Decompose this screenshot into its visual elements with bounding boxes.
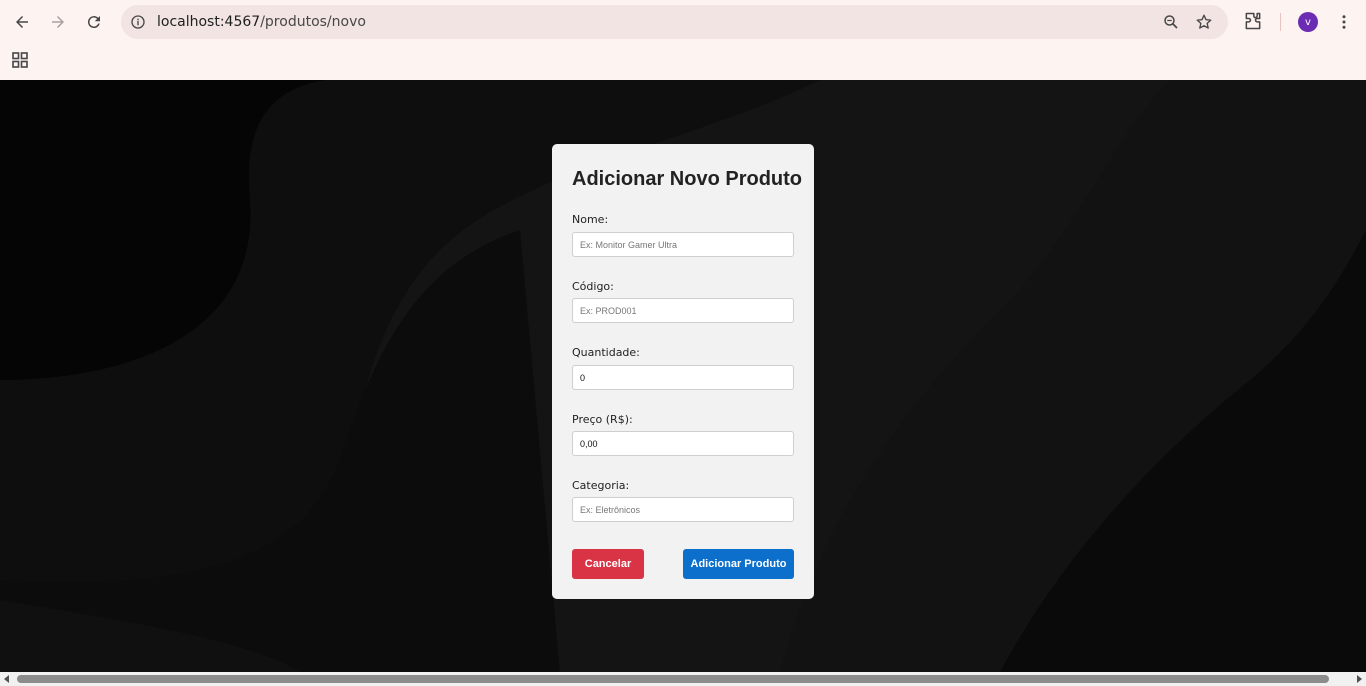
preco-input[interactable]	[572, 431, 794, 456]
profile-initial: v	[1305, 16, 1311, 28]
site-info-icon[interactable]	[129, 13, 147, 31]
profile-avatar[interactable]: v	[1298, 12, 1318, 32]
back-button[interactable]	[7, 7, 37, 37]
cancel-button[interactable]: Cancelar	[572, 549, 644, 579]
preco-label: Preço (R$):	[572, 413, 633, 426]
nome-input[interactable]	[572, 232, 794, 257]
url-host: localhost:4567	[157, 14, 261, 30]
scrollbar-thumb[interactable]	[17, 675, 1329, 683]
extensions-icon[interactable]	[1243, 11, 1265, 33]
zoom-icon[interactable]	[1161, 12, 1181, 32]
horizontal-scrollbar[interactable]	[0, 672, 1366, 686]
categoria-input[interactable]	[572, 497, 794, 522]
arrow-left-icon	[16, 16, 28, 28]
form-title: Adicionar Novo Produto	[572, 168, 802, 190]
browser-toolbar: localhost:4567/produtos/novo v	[0, 0, 1366, 44]
toolbar-separator	[1280, 13, 1281, 31]
quantidade-label: Quantidade:	[572, 346, 640, 359]
forward-button[interactable]	[43, 7, 73, 37]
codigo-label: Código:	[572, 280, 614, 293]
add-product-button[interactable]: Adicionar Produto	[683, 549, 794, 579]
codigo-input[interactable]	[572, 298, 794, 323]
scroll-left-arrow-icon[interactable]	[4, 675, 9, 683]
nome-label: Nome:	[572, 213, 609, 226]
arrow-right-icon	[52, 16, 64, 28]
categoria-label: Categoria:	[572, 479, 630, 492]
address-bar[interactable]: localhost:4567/produtos/novo	[121, 5, 1228, 39]
quantidade-input[interactable]	[572, 365, 794, 390]
reload-button[interactable]	[79, 7, 109, 37]
bookmark-star-icon[interactable]	[1194, 12, 1214, 32]
add-product-form: Adicionar Novo Produto Nome: Código: Qua…	[552, 144, 814, 599]
url-path: /produtos/novo	[260, 14, 366, 30]
scroll-right-arrow-icon[interactable]	[1357, 675, 1362, 683]
reload-icon	[87, 16, 100, 29]
url-text: localhost:4567/produtos/novo	[157, 14, 366, 30]
apps-grid-icon[interactable]	[11, 51, 29, 69]
browser-menu-icon[interactable]	[1334, 11, 1354, 33]
bookmarks-bar	[0, 44, 1366, 80]
page-viewport: Adicionar Novo Produto Nome: Código: Qua…	[0, 80, 1366, 672]
